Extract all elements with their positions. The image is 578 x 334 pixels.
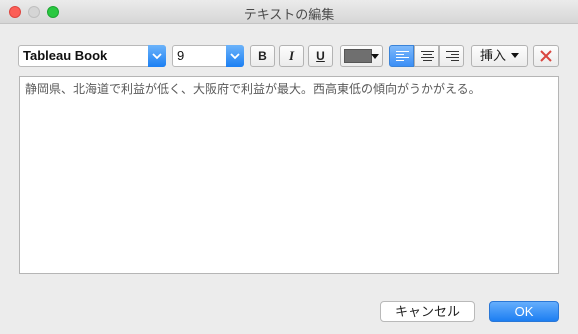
font-size-select[interactable]: 9: [172, 45, 244, 67]
font-family-value: Tableau Book: [23, 48, 108, 63]
window-title: テキストの編集: [243, 8, 335, 23]
ok-button[interactable]: OK: [489, 301, 559, 322]
bold-button[interactable]: B: [250, 45, 275, 67]
underline-button[interactable]: U: [308, 45, 333, 67]
text-editor[interactable]: 静岡県、北海道で利益が低く、大阪府で利益が最大。西高東低の傾向がうかがえる。: [19, 76, 559, 274]
align-left-icon: [396, 51, 409, 62]
editor-text: 静岡県、北海道で利益が低く、大阪府で利益が最大。西高東低の傾向がうかがえる。: [25, 82, 481, 96]
insert-label: 挿入: [479, 48, 506, 63]
color-swatch: [344, 49, 372, 63]
dropdown-arrow-icon: [371, 54, 379, 59]
close-x-icon: [540, 50, 552, 62]
align-center-icon: [421, 51, 434, 62]
title-bar: テキストの編集: [0, 0, 578, 24]
cancel-button[interactable]: キャンセル: [380, 301, 475, 322]
italic-button[interactable]: I: [279, 45, 304, 67]
align-right-icon: [446, 51, 459, 62]
dropdown-arrow-icon: [511, 53, 519, 58]
font-family-select[interactable]: Tableau Book: [18, 45, 166, 67]
text-color-picker[interactable]: [340, 45, 383, 67]
align-left-button[interactable]: [389, 45, 414, 67]
clear-formatting-button[interactable]: [533, 45, 559, 67]
align-right-button[interactable]: [439, 45, 464, 67]
chevron-down-icon: [148, 45, 166, 67]
align-center-button[interactable]: [414, 45, 439, 67]
font-size-value: 9: [177, 48, 185, 63]
insert-menu-button[interactable]: 挿入: [471, 45, 528, 67]
chevron-down-icon: [226, 45, 244, 67]
